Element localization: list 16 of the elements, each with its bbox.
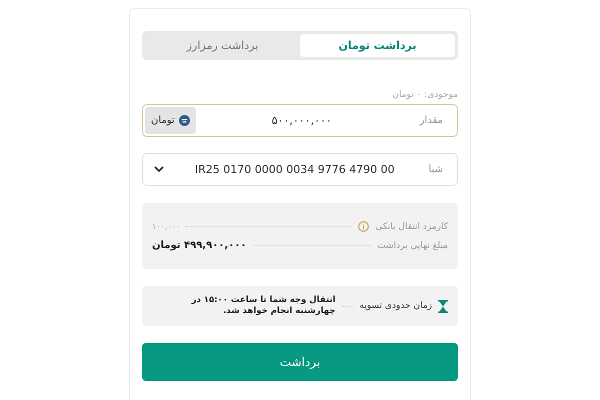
withdraw-button[interactable]: برداشت — [142, 343, 458, 381]
summary-value: ۱۰۰,۰۰۰ — [152, 222, 180, 231]
tab[interactable]: برداشت تومان — [300, 34, 455, 57]
summary-label: مبلغ نهایی برداشت — [377, 240, 448, 250]
amount-label: مقدار — [418, 115, 444, 126]
summary-label: کارمزد انتقال بانکی — [375, 222, 448, 232]
settlement-text: انتقال وجه شما تا ساعت ۱۵:۰۰ در چهارشنبه انجام خواهد شد. — [190, 294, 336, 318]
amount-value: ۵۰۰,۰۰۰,۰۰۰ — [270, 114, 333, 127]
iban-label: شبا — [428, 164, 444, 175]
balance-text: موجودی: ۰ تومان — [391, 90, 458, 100]
summary-value: ۴۹۹,۹۰۰,۰۰۰ تومان — [152, 240, 247, 251]
amount-field[interactable]: مقدار ۵۰۰,۰۰۰,۰۰۰ تومان — [142, 104, 458, 137]
tab[interactable]: برداشت رمزارز — [145, 34, 300, 57]
settlement-label: زمان حدودی تسویه — [360, 301, 432, 311]
iban-value: IR25 0170 0000 0034 9776 4790 00 — [194, 163, 396, 176]
currency-selector[interactable]: تومان — [145, 107, 196, 134]
